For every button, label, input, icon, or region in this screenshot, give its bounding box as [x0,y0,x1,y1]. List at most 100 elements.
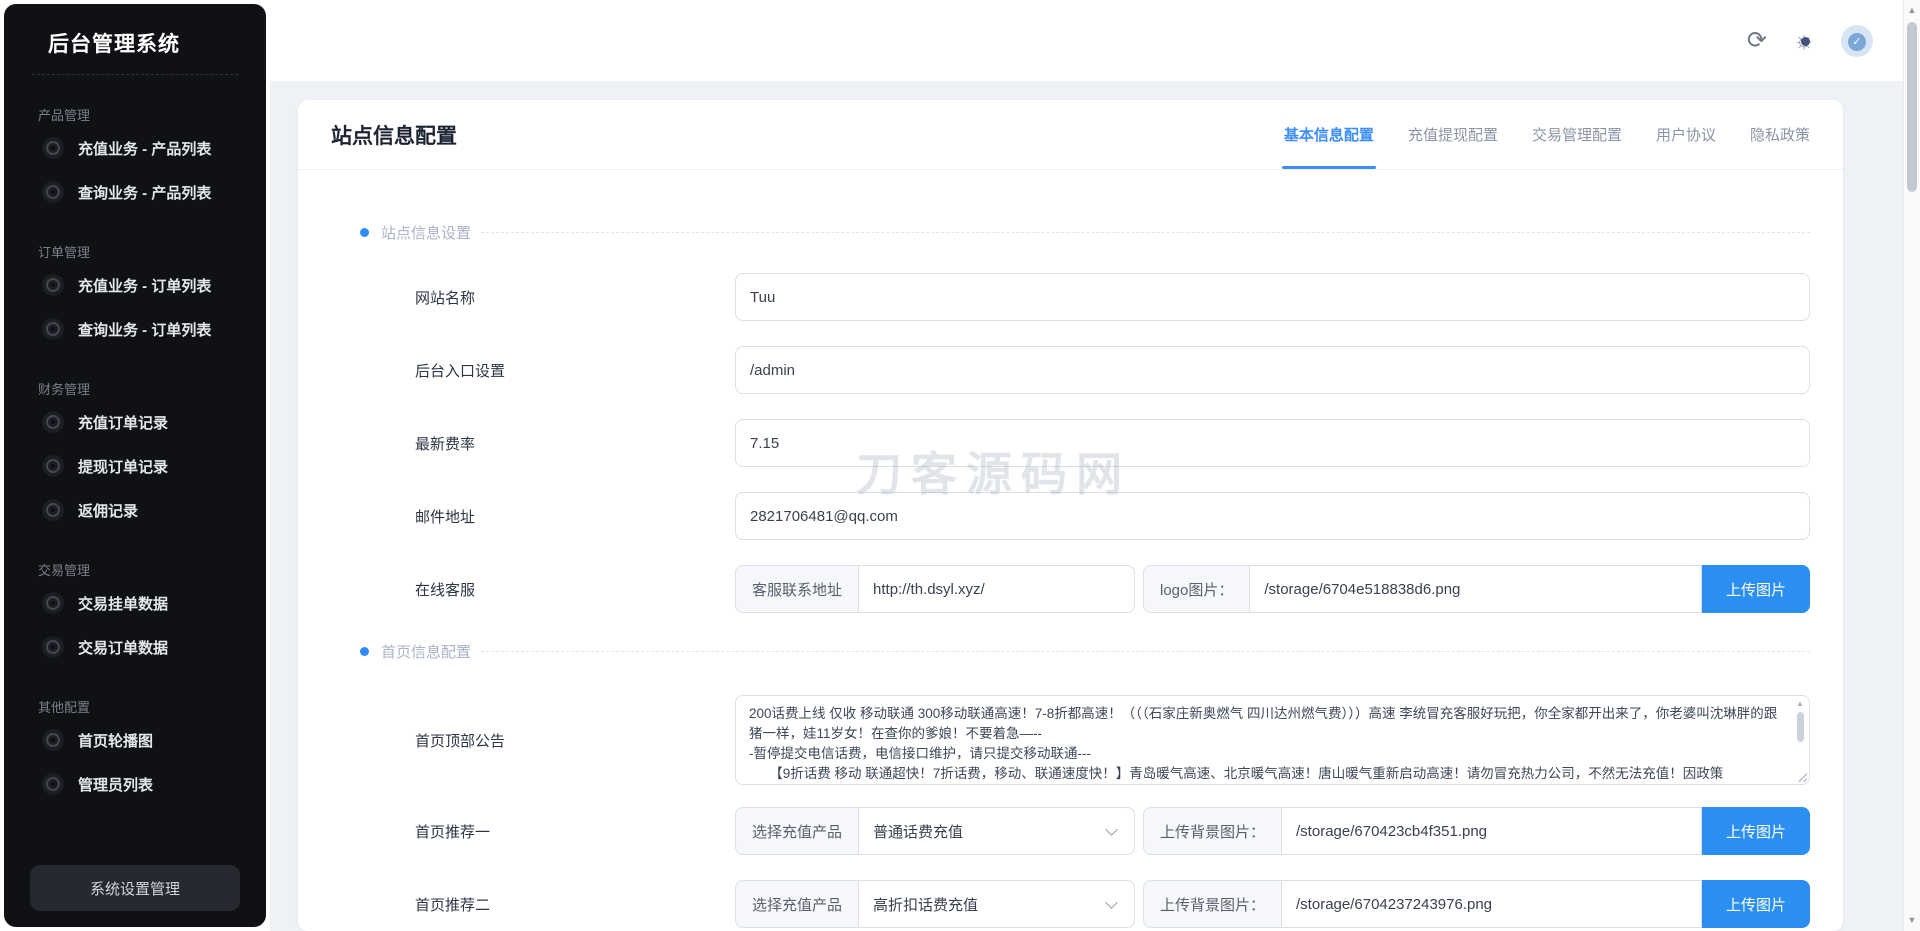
page-title: 站点信息配置 [331,124,457,148]
recommend2-product-group: 选择充值产品 高折扣话费充值 [735,880,1135,928]
chevron-down-icon [1105,822,1118,836]
field-label: 首页顶部公告 [415,732,506,750]
sidebar-item-recharge-products[interactable]: 充值业务 - 产品列表 [4,128,266,168]
page-scrollbar[interactable]: ▲ ▼ [1903,0,1920,931]
sidebar-item-recharge-records[interactable]: 充值订单记录 [4,402,266,442]
disc-icon [42,729,64,751]
sidebar: 后台管理系统 产品管理 充值业务 - 产品列表 查询业务 - 产品列表 订单管理… [4,4,266,927]
recommend2-bg-input[interactable] [1282,880,1702,928]
sidebar-item-rebate-records[interactable]: 返佣记录 [4,490,266,530]
section-title: 首页信息配置 [381,644,472,661]
topbar: ⟳ ☼ ✓ [270,0,1903,81]
disc-icon [42,636,64,658]
tab-trade-management[interactable]: 交易管理配置 [1532,100,1622,169]
tab-user-agreement[interactable]: 用户协议 [1656,100,1716,169]
sidebar-item-label: 返佣记录 [78,502,139,520]
disc-icon [42,592,64,614]
sidebar-group-orders: 订单管理 充值业务 - 订单列表 查询业务 - 订单列表 [4,242,266,349]
refresh-icon[interactable]: ⟳ [1747,28,1767,53]
row-online-service: 在线客服 客服联系地址 logo图片： 上传图片 [360,565,1810,613]
tab-recharge-withdraw[interactable]: 充值提现配置 [1408,100,1498,169]
field-label: 后台入口设置 [415,362,506,380]
recommend1-product-select[interactable]: 普通话费充值 [859,807,1135,855]
main-area: ⟳ ☼ ✓ 刀客源码网 站点信息配置 基本信息配置 充值提现配置 交易管理配置 … [270,0,1903,931]
sidebar-group-other: 其他配置 首页轮播图 管理员列表 [4,697,266,804]
bg-image-addon: 上传背景图片： [1143,807,1283,855]
section-site-info: 站点信息设置 [360,222,1810,243]
disc-icon [42,499,64,521]
select-product-addon: 选择充值产品 [735,807,860,855]
scrollbar-thumb[interactable] [1907,22,1917,192]
avatar[interactable]: ✓ [1841,24,1873,57]
group-label: 其他配置 [38,700,91,715]
tab-privacy-policy[interactable]: 隐私政策 [1750,100,1810,169]
disc-icon [42,181,64,203]
scroll-up-icon[interactable]: ▲ [1904,6,1920,15]
logo-upload-button[interactable]: 上传图片 [1701,565,1810,613]
sidebar-divider [32,74,238,75]
sidebar-group-trade: 交易管理 交易挂单数据 交易订单数据 [4,560,266,667]
avatar-check-icon: ✓ [1848,32,1866,51]
sidebar-item-withdraw-records[interactable]: 提现订单记录 [4,446,266,486]
service-url-input[interactable] [859,565,1135,613]
row-recommend-1: 首页推荐一 选择充值产品 普通话费充值 上传背景图片： /storage/670… [360,807,1810,855]
latest-rate-input[interactable] [735,419,1810,467]
sidebar-item-label: 查询业务 - 产品列表 [78,184,212,202]
scrollbar-thumb[interactable] [1796,712,1804,742]
textarea-scrollbar[interactable]: ▲ [1792,697,1808,783]
sidebar-item-label: 充值业务 - 订单列表 [78,277,212,295]
recommend2-product-select[interactable]: 高折扣话费充值 [859,880,1135,928]
sidebar-item-recharge-orders[interactable]: 充值业务 - 订单列表 [4,265,266,305]
field-label: 最新费率 [415,435,476,453]
selected-option: 普通话费充值 [873,823,964,841]
logo-group: logo图片： 上传图片 [1143,565,1810,613]
sidebar-item-label: 充值业务 - 产品列表 [78,140,212,158]
recommend2-upload-button[interactable]: 上传图片 [1701,880,1810,928]
sidebar-item-label: 交易订单数据 [78,639,169,657]
row-recommend-2: 首页推荐二 选择充值产品 高折扣话费充值 上传背景图片： /storage/67… [360,880,1810,928]
select-product-addon: 选择充值产品 [735,880,860,928]
admin-entry-input[interactable] [735,346,1810,394]
row-admin-entry: 后台入口设置 [360,346,1810,394]
field-label: 网站名称 [415,289,476,307]
recommend1-upload-button[interactable]: 上传图片 [1701,807,1810,855]
logo-path-input[interactable] [1250,565,1702,613]
sidebar-item-admin-list[interactable]: 管理员列表 [4,764,266,804]
sidebar-item-home-carousel[interactable]: 首页轮播图 [4,720,266,760]
sidebar-item-trade-orders[interactable]: 交易订单数据 [4,627,266,667]
system-settings-button[interactable]: 系统设置管理 [30,865,240,911]
recommend1-bg-group: 上传背景图片： 上传图片 [1143,807,1810,855]
content-area: 刀客源码网 站点信息配置 基本信息配置 充值提现配置 交易管理配置 用户协议 隐… [270,81,1903,931]
sidebar-item-query-orders[interactable]: 查询业务 - 订单列表 [4,309,266,349]
sidebar-item-label: 首页轮播图 [78,732,154,750]
bg-image-addon: 上传背景图片： [1143,880,1283,928]
group-label: 交易管理 [38,563,91,578]
recommend1-bg-input[interactable] [1282,807,1702,855]
tabs: 基本信息配置 充值提现配置 交易管理配置 用户协议 隐私政策 [1281,100,1810,169]
sidebar-item-query-products[interactable]: 查询业务 - 产品列表 [4,172,266,212]
sidebar-item-label: 交易挂单数据 [78,595,169,613]
website-name-input[interactable] [735,273,1810,321]
sidebar-group-finance: 财务管理 充值订单记录 提现订单记录 返佣记录 [4,379,266,530]
sidebar-group-products: 产品管理 充值业务 - 产品列表 查询业务 - 产品列表 [4,105,266,212]
group-label: 产品管理 [38,108,91,123]
disc-icon [42,137,64,159]
disc-icon [42,455,64,477]
row-latest-rate: 最新费率 [360,419,1810,467]
section-dot-icon [360,228,369,237]
field-label: 首页推荐一 [415,823,491,841]
scroll-up-icon[interactable]: ▲ [1796,700,1804,708]
logo-addon: logo图片： [1143,565,1251,613]
disc-icon [42,773,64,795]
sidebar-item-label: 查询业务 - 订单列表 [78,321,212,339]
disc-icon [42,318,64,340]
section-dashed-line [481,232,1810,233]
scroll-down-icon[interactable]: ▼ [1904,916,1920,925]
tab-basic-info[interactable]: 基本信息配置 [1281,100,1376,169]
field-label: 首页推荐二 [415,896,491,914]
sidebar-item-trade-pending[interactable]: 交易挂单数据 [4,583,266,623]
theme-toggle-icon[interactable]: ☼ [1793,28,1815,53]
card-header: 站点信息配置 基本信息配置 充值提现配置 交易管理配置 用户协议 隐私政策 [298,100,1843,170]
announcement-textarea[interactable]: 200话费上线 仅收 移动联通 300移动联通高速！7-8折都高速！（（（石家庄… [735,695,1810,785]
email-input[interactable] [735,492,1810,540]
